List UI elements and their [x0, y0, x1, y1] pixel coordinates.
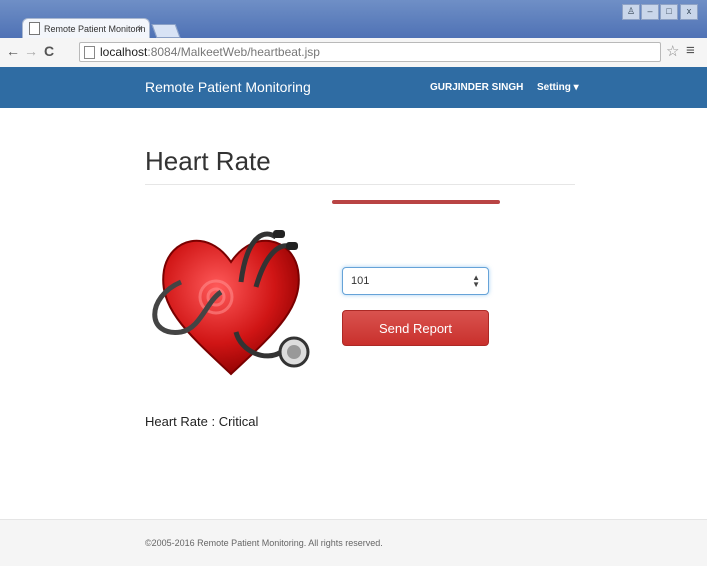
- back-button[interactable]: ←: [6, 43, 20, 59]
- tab-title: Remote Patient Monitorin: [44, 23, 146, 34]
- page-title: Heart Rate: [145, 146, 271, 176]
- spinner-arrows-icon[interactable]: ▲ ▼: [472, 274, 480, 289]
- new-tab-button[interactable]: [151, 24, 181, 38]
- heart-rate-value: 101: [351, 275, 370, 287]
- heart-rate-input[interactable]: 101 ▲ ▼: [342, 267, 489, 295]
- reload-button[interactable]: C: [44, 43, 54, 59]
- user-link[interactable]: GURJINDER SINGH: [430, 82, 523, 93]
- url-path: :8084/MalkeetWeb/heartbeat.jsp: [147, 45, 320, 59]
- browser-chrome: Remote Patient Monitorin × ♙ – □ x ← → C…: [0, 0, 707, 68]
- url-host: localhost: [100, 45, 148, 59]
- browser-tab[interactable]: Remote Patient Monitorin ×: [22, 18, 150, 38]
- copyright-text: ©2005-2016 Remote Patient Monitoring. Al…: [145, 538, 383, 548]
- tab-close-icon[interactable]: ×: [137, 23, 143, 35]
- setting-dropdown[interactable]: Setting ▾: [537, 82, 579, 93]
- heart-stethoscope-icon: [152, 230, 310, 376]
- user-icon[interactable]: ♙: [622, 4, 640, 20]
- minimize-button[interactable]: –: [641, 4, 659, 20]
- star-icon[interactable]: ☆: [666, 42, 679, 60]
- send-report-button[interactable]: Send Report: [342, 310, 489, 346]
- url-input[interactable]: localhost:8084/MalkeetWeb/heartbeat.jsp: [79, 42, 661, 62]
- forward-button[interactable]: →: [24, 43, 38, 59]
- menu-icon[interactable]: ≡: [686, 42, 695, 59]
- maximize-button[interactable]: □: [660, 4, 678, 20]
- app-navbar: [0, 67, 707, 108]
- page-icon: [84, 45, 95, 59]
- progress-bar: [332, 200, 500, 204]
- close-window-button[interactable]: x: [680, 4, 698, 20]
- brand-link[interactable]: Remote Patient Monitoring: [145, 79, 311, 95]
- heart-rate-status: Heart Rate : Critical: [145, 414, 259, 429]
- title-divider: [145, 184, 575, 185]
- document-icon: [29, 22, 40, 35]
